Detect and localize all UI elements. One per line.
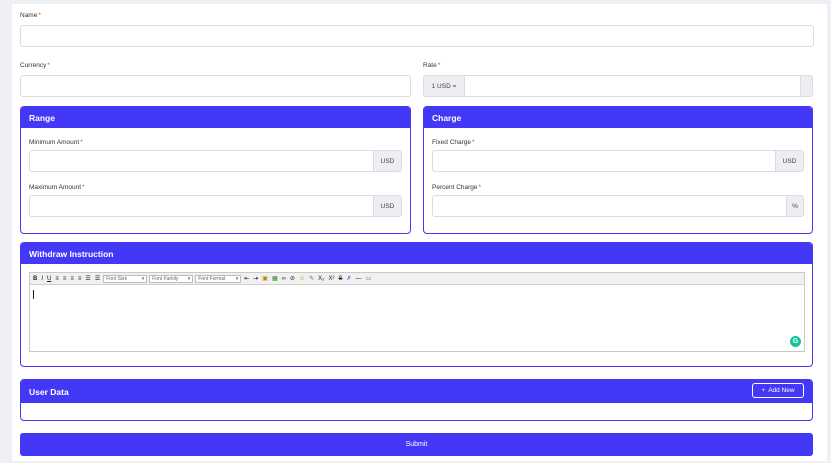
percent-charge-label: Percent Charge* — [432, 184, 482, 191]
rate-label: Rate* — [423, 62, 441, 69]
grammarly-icon[interactable]: G — [790, 336, 801, 347]
font-family-select[interactable]: Font Family ▾ — [149, 274, 194, 283]
currency-input[interactable] — [20, 75, 411, 97]
percent-charge-input[interactable] — [432, 195, 787, 217]
chevron-down-icon: ▾ — [235, 275, 239, 282]
chevron-down-icon: ▾ — [141, 275, 145, 282]
edit-html-icon[interactable]: ✎ — [308, 275, 315, 282]
range-title: Range — [21, 107, 410, 128]
name-input[interactable] — [20, 25, 814, 47]
text-cursor — [33, 290, 34, 299]
subscript-button[interactable]: X₂ — [317, 276, 325, 282]
align-right-icon[interactable]: ≡ — [69, 276, 75, 282]
align-center-icon[interactable]: ≡ — [62, 276, 68, 282]
currency-label: Currency* — [20, 62, 50, 69]
min-amount-input[interactable] — [29, 150, 374, 172]
fullscreen-icon[interactable]: ▭ — [364, 275, 372, 282]
numbered-list-icon[interactable]: ☰ — [94, 275, 101, 282]
remove-format-icon[interactable]: ✗ — [345, 275, 352, 282]
min-amount-label: Minimum Amount* — [29, 139, 83, 146]
chevron-down-icon: ▾ — [187, 275, 191, 282]
font-size-select[interactable]: Font Size ▾ — [103, 274, 148, 283]
unlink-icon[interactable]: ⊘ — [289, 275, 296, 282]
rich-text-editor[interactable]: B I U ≡ ≡ ≡ ≡ ☰ ☰ Font Size ▾ Font Family… — [29, 272, 805, 352]
rate-prefix: 1 USD = — [423, 75, 465, 97]
range-panel: Range Minimum Amount* USD Maximum Amount… — [20, 106, 411, 234]
align-justify-icon[interactable]: ≡ — [77, 276, 83, 282]
superscript-button[interactable]: X² — [327, 276, 335, 282]
editor-toolbar: B I U ≡ ≡ ≡ ≡ ☰ ☰ Font Size ▾ Font Family… — [30, 273, 804, 285]
withdraw-panel: Withdraw Instruction B I U ≡ ≡ ≡ ≡ ☰ ☰ F… — [20, 242, 813, 367]
font-format-select[interactable]: Font Format ▾ — [195, 274, 242, 283]
horizontal-rule-icon[interactable]: — — [354, 276, 362, 282]
bullet-list-icon[interactable]: ☰ — [84, 275, 91, 282]
withdraw-title: Withdraw Instruction — [21, 243, 812, 264]
max-amount-label: Maximum Amount* — [29, 184, 85, 191]
plus-icon: + — [761, 387, 766, 394]
strikethrough-button[interactable]: S — [337, 276, 343, 282]
align-left-icon[interactable]: ≡ — [54, 276, 60, 282]
rate-input[interactable] — [464, 75, 801, 97]
max-amount-addon: USD — [373, 195, 402, 217]
user-data-title: User Data — [21, 380, 812, 403]
add-new-button[interactable]: + Add New — [752, 383, 804, 398]
rate-suffix — [800, 75, 813, 97]
name-label: Name* — [20, 12, 41, 19]
min-amount-addon: USD — [373, 150, 402, 172]
charge-panel: Charge Fixed Charge* USD Percent Charge*… — [423, 106, 813, 234]
fixed-charge-label: Fixed Charge* — [432, 139, 475, 146]
indent-icon[interactable]: ⇥ — [252, 275, 259, 282]
image-icon[interactable]: ▣ — [261, 275, 269, 282]
italic-button[interactable]: I — [40, 276, 44, 282]
bold-button[interactable]: B — [32, 276, 38, 282]
fixed-charge-addon: USD — [775, 150, 804, 172]
table-icon[interactable]: ▦ — [271, 275, 279, 282]
outdent-icon[interactable]: ⇤ — [243, 275, 250, 282]
max-amount-input[interactable] — [29, 195, 374, 217]
underline-button[interactable]: U — [46, 276, 52, 282]
user-data-panel: User Data + Add New — [20, 379, 813, 421]
link-icon[interactable]: ∞ — [281, 276, 287, 282]
submit-button[interactable]: Submit — [20, 433, 813, 456]
add-new-label: Add New — [768, 387, 795, 394]
fixed-charge-input[interactable] — [432, 150, 776, 172]
emoji-icon[interactable]: ☺ — [298, 276, 306, 282]
percent-charge-addon: % — [786, 195, 804, 217]
charge-title: Charge — [424, 107, 812, 128]
